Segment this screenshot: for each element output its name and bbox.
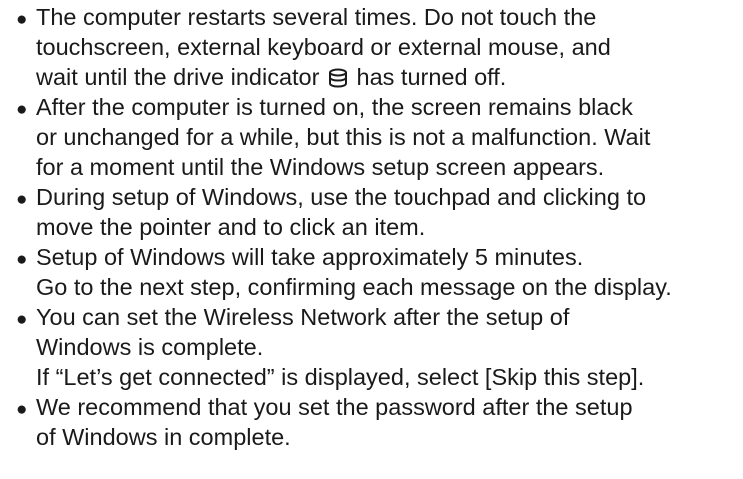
note-text: wait until the drive indicator	[36, 64, 320, 90]
note-text: You can set the Wireless Network after t…	[36, 304, 570, 330]
bullet-icon: ●	[16, 189, 28, 210]
bullet-icon: ●	[16, 249, 28, 270]
note-text: After the computer is turned on, the scr…	[36, 94, 633, 120]
note-text: Go to the next step, confirming each mes…	[36, 274, 672, 300]
bullet-icon: ●	[16, 9, 28, 30]
note-text: The computer restarts several times. Do …	[36, 4, 597, 30]
bullet-icon: ●	[16, 309, 28, 330]
bullet-icon: ●	[16, 99, 28, 120]
drive-indicator-icon	[328, 65, 348, 95]
bullet-icon: ●	[16, 399, 28, 420]
note-text: of Windows in complete.	[36, 424, 291, 450]
note-text: We recommend that you set the password a…	[36, 394, 633, 420]
note-text: If “Let’s get connected” is displayed, s…	[36, 364, 645, 390]
note-text: for a moment until the Windows setup scr…	[36, 154, 605, 180]
note-text: has turned off.	[356, 64, 507, 90]
note-text: move the pointer and to click an item.	[36, 214, 426, 240]
note-text: Setup of Windows will take approximately…	[36, 244, 584, 270]
note-text: touchscreen, external keyboard or extern…	[36, 34, 611, 60]
note-text: Windows is complete.	[36, 334, 264, 360]
note-text: During setup of Windows, use the touchpa…	[36, 184, 647, 210]
note-text: or unchanged for a while, but this is no…	[36, 124, 651, 150]
